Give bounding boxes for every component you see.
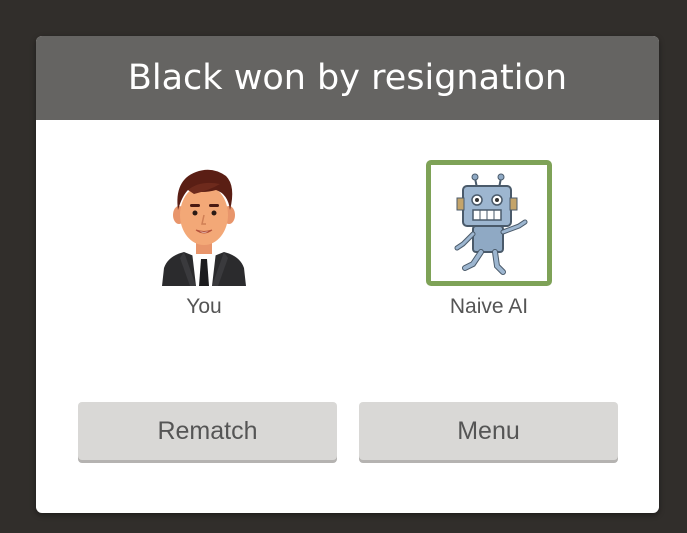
dialog-header: Black won by resignation [36,36,659,120]
players-area: You Naive AI [36,120,659,380]
game-over-dialog: Black won by resignation You Naive AI Re… [36,36,659,513]
player-you: You [104,160,304,319]
dialog-buttons: Rematch Menu [78,402,618,460]
player-name-you: You [186,295,222,318]
player-name-ai: Naive AI [449,295,529,318]
menu-button[interactable]: Menu [359,402,618,460]
dialog-title: Black won by resignation [127,58,568,98]
robot-avatar-icon [426,160,552,286]
rematch-button[interactable]: Rematch [78,402,337,460]
person-avatar-icon [141,160,267,286]
player-ai: Naive AI [389,160,589,319]
